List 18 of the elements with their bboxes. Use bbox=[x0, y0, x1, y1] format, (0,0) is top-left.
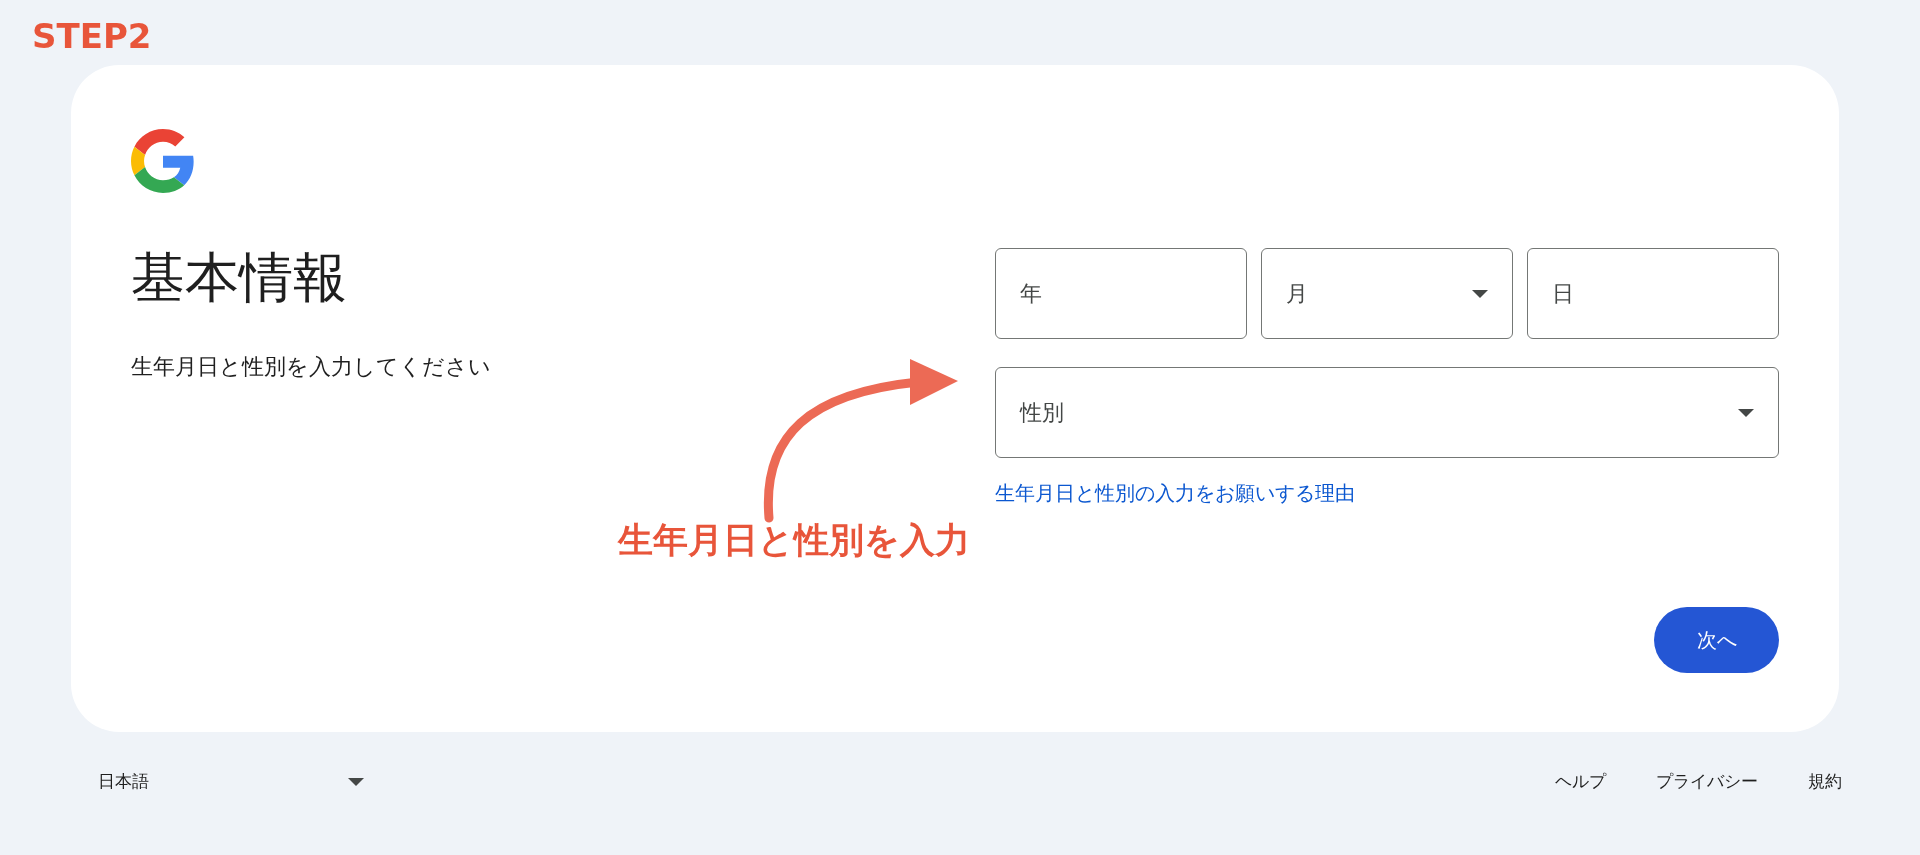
dropdown-caret-icon bbox=[1472, 289, 1488, 298]
footer-link[interactable]: ヘルプ bbox=[1555, 770, 1606, 793]
google-logo-icon bbox=[131, 129, 195, 193]
next-button[interactable]: 次へ bbox=[1654, 607, 1779, 673]
select-field[interactable]: 月 bbox=[1261, 248, 1513, 339]
reason-link[interactable]: 生年月日と性別の入力をお願いする理由 bbox=[995, 480, 1355, 507]
input-field[interactable]: 日 bbox=[1527, 248, 1779, 339]
language-select[interactable]: 日本語 bbox=[98, 770, 364, 793]
callout-text: 生年月日と性別を入力 bbox=[618, 519, 970, 562]
dropdown-caret-icon bbox=[348, 777, 364, 786]
dropdown-caret-icon bbox=[1738, 408, 1754, 417]
step-label: STEP2 bbox=[32, 16, 152, 56]
subtitle: 生年月日と性別を入力してください bbox=[131, 353, 491, 381]
input-field[interactable]: 年 bbox=[995, 248, 1247, 339]
page-title: 基本情報 bbox=[131, 248, 347, 308]
footer-link[interactable]: プライバシー bbox=[1656, 770, 1758, 793]
footer-link[interactable]: 規約 bbox=[1808, 770, 1842, 793]
select-field[interactable]: 性別 bbox=[995, 367, 1779, 458]
